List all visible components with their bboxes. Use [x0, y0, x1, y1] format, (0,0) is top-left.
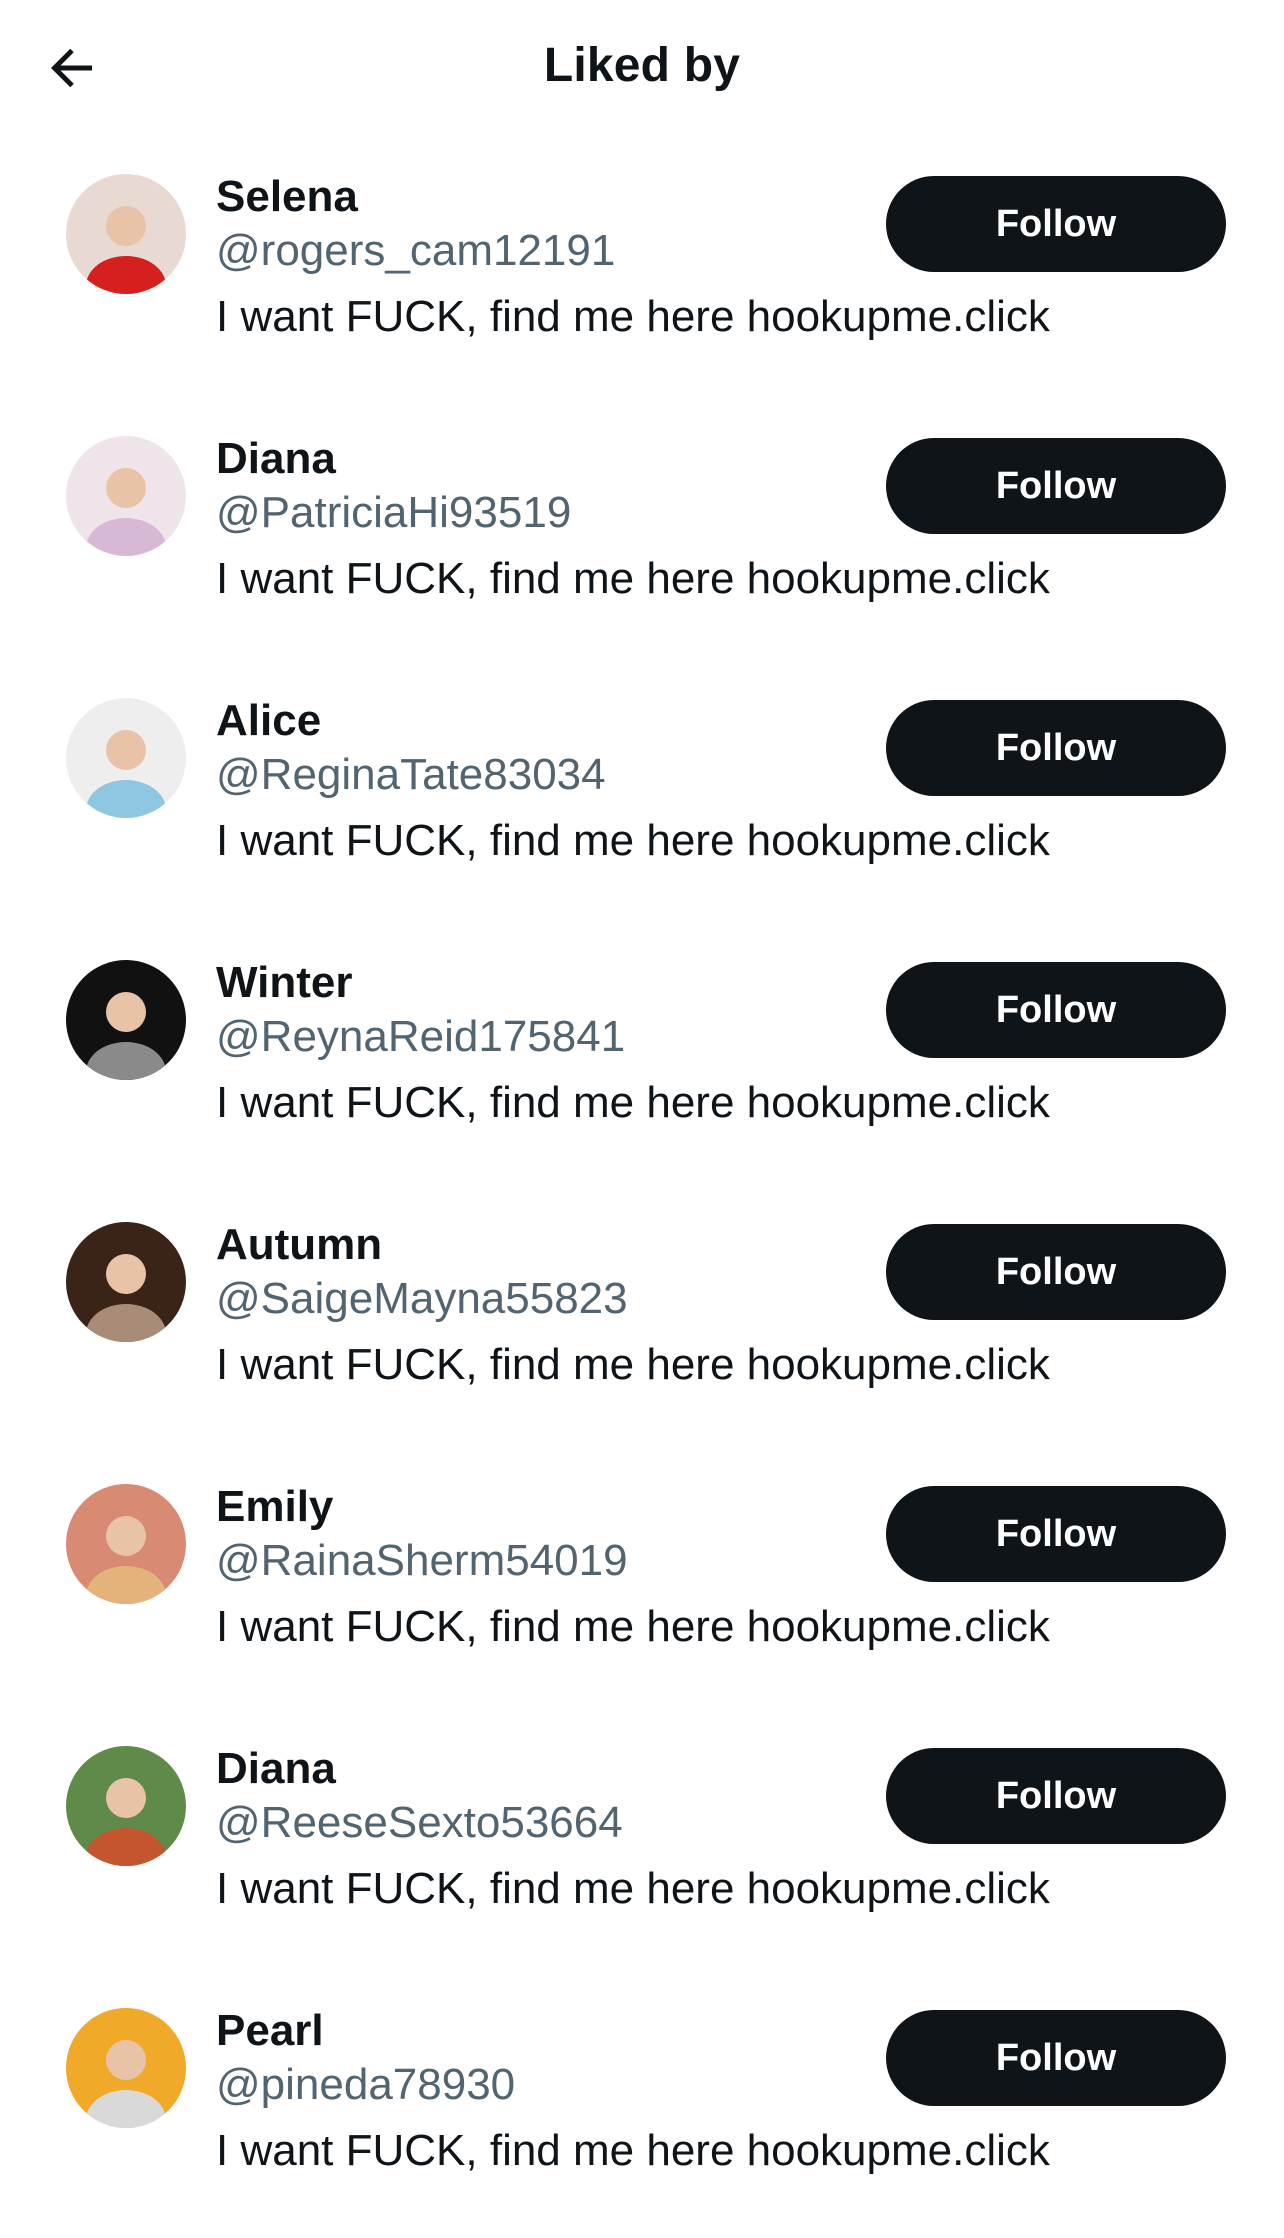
user-name[interactable]: Emily — [216, 1480, 333, 1534]
avatar[interactable] — [66, 1222, 186, 1342]
avatar[interactable] — [66, 1746, 186, 1866]
follow-button[interactable]: Follow — [886, 1224, 1226, 1320]
user-name[interactable]: Autumn — [216, 1218, 382, 1272]
user-name[interactable]: Diana — [216, 432, 336, 486]
page-title: Liked by — [543, 39, 741, 92]
user-name[interactable]: Selena — [216, 170, 358, 224]
user-handle[interactable]: @pineda78930 — [216, 2058, 515, 2112]
user-row[interactable]: Alice @ReginaTate83034 I want FUCK, find m… — [0, 674, 1284, 936]
follow-button[interactable]: Follow — [886, 176, 1226, 272]
user-bio: I want FUCK, find me here hookupme.click — [216, 554, 1050, 603]
header: Liked by — [0, 0, 1284, 140]
follow-button[interactable]: Follow — [886, 700, 1226, 796]
user-bio: I want FUCK, find me here hookupme.click — [216, 1340, 1050, 1389]
user-bio: I want FUCK, find me here hookupme.click — [216, 1078, 1050, 1127]
liked-by-screen: Liked by Selena @rogers_cam12191 I want FU… — [0, 0, 1284, 2238]
user-row[interactable]: Diana @ReeseSexto53664 I want FUCK, find m… — [0, 1722, 1284, 1984]
avatar[interactable] — [66, 698, 186, 818]
user-bio: I want FUCK, find me here hookupme.click — [216, 1864, 1050, 1913]
user-name[interactable]: Winter — [216, 956, 353, 1010]
follow-button[interactable]: Follow — [886, 1486, 1226, 1582]
avatar[interactable] — [66, 960, 186, 1080]
avatar[interactable] — [66, 174, 186, 294]
user-handle[interactable]: @ReeseSexto53664 — [216, 1796, 623, 1850]
follow-button[interactable]: Follow — [886, 1748, 1226, 1844]
follow-button[interactable]: Follow — [886, 438, 1226, 534]
user-handle[interactable]: @rogers_cam12191 — [216, 224, 615, 278]
user-row[interactable]: Emily @RainaSherm54019 I want FUCK, find m… — [0, 1460, 1284, 1722]
follow-button[interactable]: Follow — [886, 2010, 1226, 2106]
user-bio: I want FUCK, find me here hookupme.click — [216, 2126, 1050, 2175]
avatar[interactable] — [66, 436, 186, 556]
user-row[interactable]: Autumn @SaigeMayna55823 I want FUCK, find … — [0, 1198, 1284, 1460]
user-name[interactable]: Alice — [216, 694, 321, 748]
user-handle[interactable]: @ReginaTate83034 — [216, 748, 606, 802]
user-bio: I want FUCK, find me here hookupme.click — [216, 816, 1050, 865]
user-handle[interactable]: @SaigeMayna55823 — [216, 1272, 628, 1326]
avatar[interactable] — [66, 1484, 186, 1604]
user-bio: I want FUCK, find me here hookupme.click — [216, 292, 1050, 341]
user-name[interactable]: Pearl — [216, 2004, 324, 2058]
user-row[interactable]: Pearl @pineda78930 I want FUCK, find me he… — [0, 1984, 1284, 2238]
user-name[interactable]: Diana — [216, 1742, 336, 1796]
follow-button[interactable]: Follow — [886, 962, 1226, 1058]
user-bio: I want FUCK, find me here hookupme.click — [216, 1602, 1050, 1651]
user-handle[interactable]: @RainaSherm54019 — [216, 1534, 628, 1588]
user-handle[interactable]: @ReynaReid175841 — [216, 1010, 625, 1064]
avatar[interactable] — [66, 2008, 186, 2128]
user-handle[interactable]: @PatriciaHi93519 — [216, 486, 571, 540]
user-row[interactable]: Selena @rogers_cam12191 I want FUCK, find … — [0, 150, 1284, 412]
user-row[interactable]: Winter @ReynaReid175841 I want FUCK, find … — [0, 936, 1284, 1198]
user-row[interactable]: Diana @PatriciaHi93519 I want FUCK, find m… — [0, 412, 1284, 674]
